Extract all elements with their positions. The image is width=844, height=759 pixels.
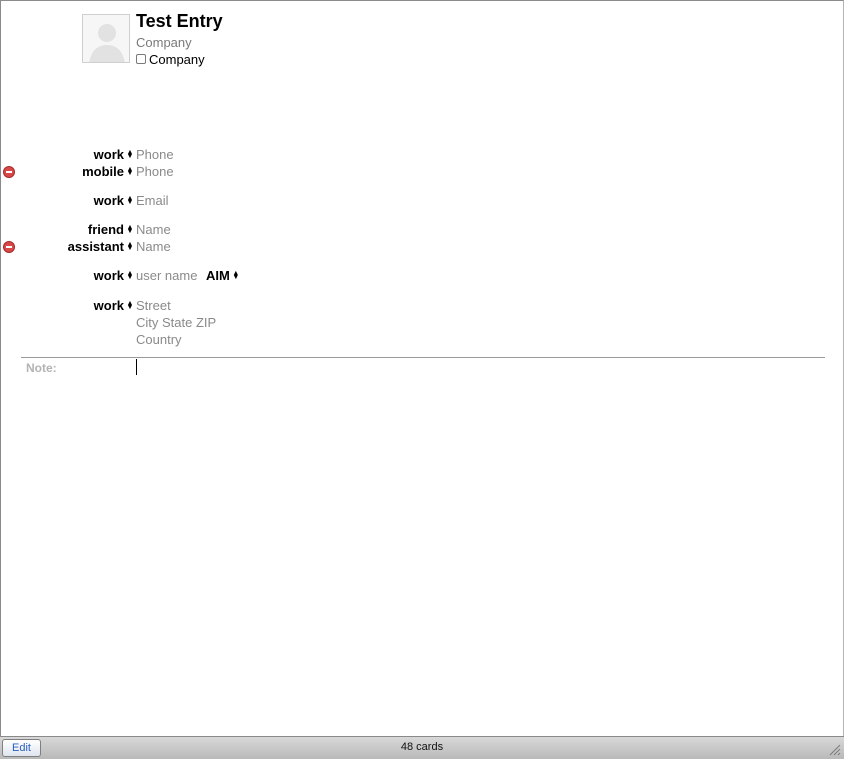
card-count: 48 cards [400,741,444,753]
avatar[interactable] [82,14,130,63]
phone-field[interactable]: Phone [136,147,174,162]
im-row-values: user name AIM ▲ ▼ [136,268,240,283]
email-label: work [93,193,124,208]
up-down-arrows-icon: ▲ ▼ [126,223,134,235]
country-field[interactable]: Country [136,332,182,347]
phone-row-work: work ▲ ▼ Phone [0,147,500,164]
up-down-arrows-icon: ▲ ▼ [126,269,134,281]
up-down-arrows-icon: ▲ ▼ [232,269,240,281]
company-checkbox[interactable] [136,53,146,64]
resize-grip-icon[interactable] [829,744,841,756]
email-field[interactable]: Email [136,193,169,208]
im-service-popup[interactable]: AIM ▲ ▼ [206,268,240,283]
related-label-popup[interactable]: friend ▲ ▼ [0,222,134,237]
im-service-label: AIM [206,268,230,283]
phone-label: work [93,147,124,162]
note-label: Note: [26,361,57,375]
address-row-work: work ▲ ▼ Street City State ZIP Country [0,298,500,350]
up-down-arrows-icon: ▲ ▼ [126,240,134,252]
email-label-popup[interactable]: work ▲ ▼ [0,193,134,208]
street-field[interactable]: Street [136,298,171,313]
phone-label: mobile [82,164,124,179]
up-down-arrows-icon: ▲ ▼ [126,299,134,311]
related-label: friend [87,222,124,237]
im-username-field[interactable]: user name [136,268,197,283]
phone-field[interactable]: Phone [136,164,174,179]
card-name[interactable]: Test Entry [136,11,223,32]
address-label: work [93,298,124,313]
card-view [0,0,844,736]
company-checkbox-row[interactable]: Company [136,52,205,67]
company-field[interactable]: Company [136,35,192,50]
related-row-assistant: assistant ▲ ▼ Name [0,239,500,256]
phone-label-popup[interactable]: work ▲ ▼ [0,147,134,162]
related-label-popup[interactable]: assistant ▲ ▼ [0,239,134,254]
email-row-work: work ▲ ▼ Email [0,193,500,210]
up-down-arrows-icon: ▲ ▼ [126,165,134,177]
related-name-field[interactable]: Name [136,239,171,254]
city-state-zip-field[interactable]: City State ZIP [136,315,216,330]
phone-label-popup[interactable]: mobile ▲ ▼ [0,164,134,179]
address-label-popup[interactable]: work ▲ ▼ [0,298,134,313]
person-silhouette-icon [89,24,125,62]
related-label: assistant [67,239,124,254]
phone-row-mobile: mobile ▲ ▼ Phone [0,164,500,181]
note-text-field[interactable] [136,359,137,375]
im-label-popup[interactable]: work ▲ ▼ [0,268,134,283]
bottom-bar: Edit 48 cards [0,736,844,759]
note-divider [21,357,825,358]
up-down-arrows-icon: ▲ ▼ [126,148,134,160]
company-checkbox-label: Company [149,52,205,67]
im-row-work: work ▲ ▼ user name AIM ▲ ▼ [0,268,500,285]
related-name-field[interactable]: Name [136,222,171,237]
up-down-arrows-icon: ▲ ▼ [126,194,134,206]
related-row-friend: friend ▲ ▼ Name [0,222,500,239]
im-label: work [93,268,124,283]
